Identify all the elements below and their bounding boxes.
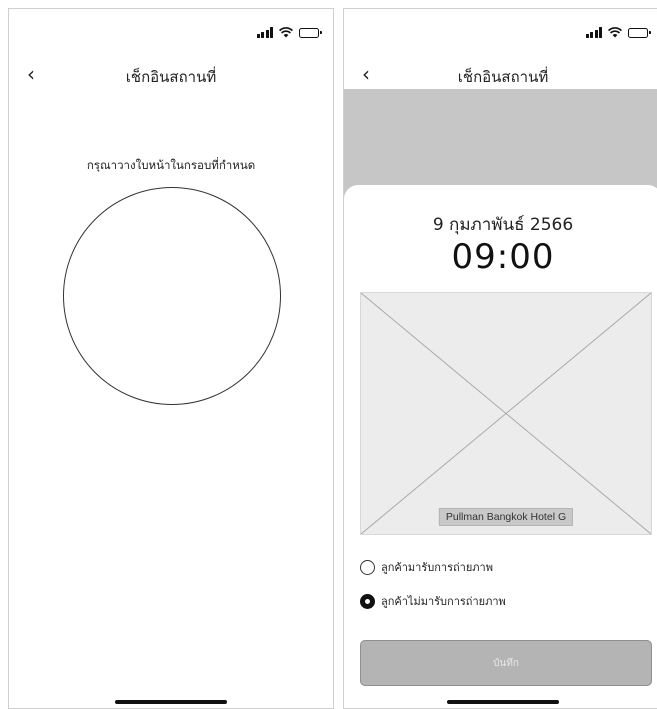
- signal-icon: [585, 27, 602, 38]
- face-instruction-text: กรุณาวางใบหน้าในกรอบที่กำหนด: [86, 158, 256, 172]
- status-bar: [256, 27, 322, 38]
- battery-icon: [299, 27, 322, 38]
- nav-bar: ‹ เช็กอินสถานที่: [344, 59, 657, 89]
- checkin-date: 9 กุมภาพันธ์ 2566: [432, 215, 574, 235]
- status-bar: [585, 27, 651, 38]
- battery-icon: [628, 27, 651, 38]
- nav-bar: ‹ เช็กอินสถานที่: [9, 59, 333, 89]
- location-label: Pullman Bangkok Hotel G: [438, 508, 574, 526]
- radio-customer-photo[interactable]: ลูกค้ามารับการถ่ายภาพ: [360, 558, 493, 576]
- radio-label: ลูกค้ามารับการถ่ายภาพ: [381, 561, 493, 574]
- save-button[interactable]: บันทึก: [360, 640, 652, 686]
- wifi-icon: [279, 27, 293, 38]
- home-indicator: [115, 700, 227, 704]
- page-title: เช็กอินสถานที่: [457, 68, 549, 86]
- radio-checked-icon[interactable]: [360, 593, 375, 609]
- radio-unchecked-icon[interactable]: [360, 559, 375, 575]
- face-scan-screen: ‹ เช็กอินสถานที่ กรุณาวางใบหน้าในกรอบที่…: [8, 8, 334, 709]
- home-indicator: [447, 700, 559, 704]
- checkin-sheet: 9 กุมภาพันธ์ 2566 09:00 Pullman Bangkok …: [344, 185, 657, 708]
- image-placeholder-icon: [361, 293, 651, 534]
- photo-placeholder: Pullman Bangkok Hotel G: [360, 292, 652, 535]
- checkin-time: 09:00: [451, 237, 555, 277]
- wifi-icon: [608, 27, 622, 38]
- signal-icon: [256, 27, 273, 38]
- checkin-confirm-screen: ‹ เช็กอินสถานที่ 9 กุมภาพันธ์ 2566 09:00…: [343, 8, 657, 709]
- radio-label: ลูกค้าไม่มารับการถ่ายภาพ: [381, 595, 506, 608]
- radio-customer-no-photo[interactable]: ลูกค้าไม่มารับการถ่ายภาพ: [360, 592, 506, 610]
- page-title: เช็กอินสถานที่: [125, 68, 217, 86]
- face-frame-circle: [63, 187, 281, 405]
